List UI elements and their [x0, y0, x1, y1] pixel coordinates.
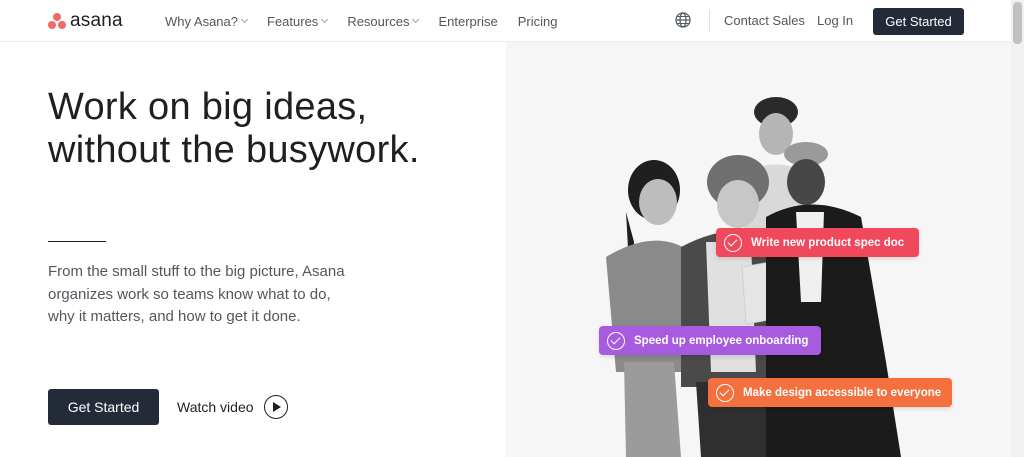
nav-link-label: Why Asana? [165, 13, 238, 29]
login-link[interactable]: Log In [817, 13, 853, 28]
nav-link-enterprise[interactable]: Enterprise [438, 14, 497, 29]
task-tag-onboarding: Speed up employee onboarding [599, 326, 821, 355]
task-tag-label: Speed up employee onboarding [634, 334, 809, 347]
nav-links: Why Asana? Features Resources Enterprise… [165, 0, 577, 42]
watch-video-label: Watch video [177, 399, 254, 415]
headline-line-1: Work on big ideas, [48, 86, 368, 128]
watch-video-button[interactable]: Watch video [177, 394, 288, 420]
nav-link-why-asana[interactable]: Why Asana? [165, 13, 249, 29]
task-tag-label: Make design accessible to everyone [743, 386, 942, 399]
scrollbar-thumb[interactable] [1013, 2, 1022, 44]
chevron-down-icon [321, 15, 329, 24]
nav-link-resources[interactable]: Resources [347, 13, 420, 29]
nav-link-pricing[interactable]: Pricing [518, 14, 558, 29]
check-circle-icon [607, 331, 625, 350]
chevron-down-icon [412, 15, 420, 24]
task-tag-product-spec: Write new product spec doc [716, 228, 919, 257]
globe-icon[interactable] [675, 12, 691, 28]
divider-rule [48, 241, 106, 242]
play-icon [263, 395, 288, 419]
check-circle-icon [724, 233, 742, 252]
nav-divider [709, 10, 710, 32]
nav-link-label: Enterprise [438, 13, 498, 29]
chevron-down-icon [240, 15, 249, 24]
asana-logo[interactable]: asana [48, 10, 123, 32]
asana-logo-icon [48, 13, 66, 29]
nav-link-features[interactable]: Features [267, 13, 329, 29]
nav-link-label: Resources [347, 13, 410, 29]
brand-name: asana [70, 10, 123, 31]
top-nav: asana Why Asana? Features Resources Ente… [0, 0, 1011, 42]
hero-subtext: From the small stuff to the big picture,… [48, 263, 345, 325]
task-tag-design-accessible: Make design accessible to everyone [708, 378, 952, 407]
contact-sales-link[interactable]: Contact Sales [724, 13, 805, 28]
task-tag-label: Write new product spec doc [751, 236, 905, 249]
hero-get-started-button[interactable]: Get Started [48, 389, 159, 425]
scrollbar[interactable] [1011, 0, 1024, 457]
check-circle-icon [716, 383, 734, 402]
headline-line-2: without the busywork. [48, 129, 420, 171]
nav-link-label: Features [267, 13, 319, 29]
nav-link-label: Pricing [517, 13, 558, 29]
hero-headline: Work on big ideas, without the busywork. [48, 86, 478, 172]
nav-get-started-button[interactable]: Get Started [873, 8, 964, 35]
